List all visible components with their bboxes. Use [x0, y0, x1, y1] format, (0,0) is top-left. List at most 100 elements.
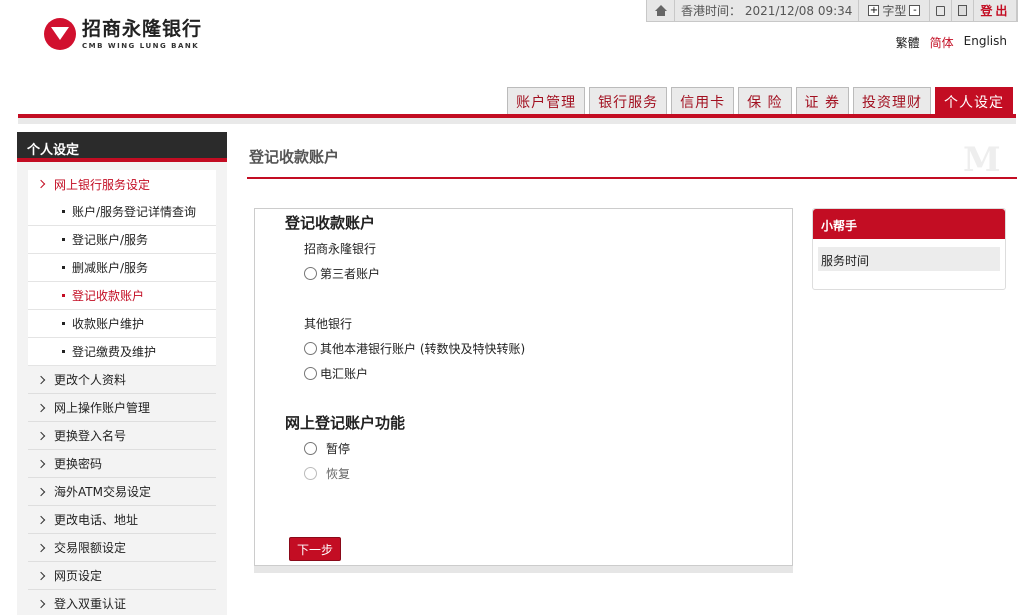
time-value: 2021/12/08 09:34 [744, 3, 853, 18]
radio-label: 暂停 [326, 442, 351, 456]
radio-resume[interactable]: 恢复 [304, 465, 350, 482]
helper-title: 小帮手 [813, 209, 1005, 239]
folder-button[interactable] [930, 0, 953, 21]
tab-investment[interactable]: 投资理财 [853, 87, 931, 115]
home-icon [654, 5, 667, 16]
sidebar-item-operating-accounts[interactable]: 网上操作账户管理 [28, 394, 216, 422]
tab-banking-services[interactable]: 银行服务 [589, 87, 668, 115]
sidebar-subitem-remove-account[interactable]: 删减账户/服务 [28, 254, 216, 282]
chevron-right-icon [36, 431, 46, 440]
radio-third-party[interactable]: 第三者账户 [304, 265, 380, 282]
font-increase-button[interactable]: + [868, 5, 880, 16]
chevron-right-icon [36, 571, 46, 580]
sidebar-item-label: 登入双重认证 [54, 597, 127, 611]
main-nav: 账户管理 银行服务 信用卡 保 险 证 券 投资理财 个人设定 [507, 87, 1013, 115]
logo-mark-icon [44, 18, 76, 50]
radio-label: 电汇账户 [320, 367, 369, 381]
section-title-account-function: 网上登记账户功能 [285, 414, 406, 432]
logo-watermark-icon: M [963, 140, 1001, 180]
sidebar-subitem-register-payee[interactable]: 登记收款账户 [28, 282, 216, 310]
radio-circle-icon [304, 267, 317, 280]
sidebar-item-label: 更改个人资料 [54, 373, 127, 387]
sidebar-subitem-label: 删减账户/服务 [72, 261, 149, 275]
sidebar: 个人设定 网上银行服务设定 账户/服务登记详情查询 登记账户/服务 删减账户/服… [17, 132, 227, 615]
logout-button[interactable]: 登出 [974, 0, 1018, 21]
page: { "logo": {"cn": "招商永隆银行", "en": "CMB WI… [0, 0, 1033, 615]
tab-account-management[interactable]: 账户管理 [507, 87, 586, 115]
chevron-right-icon [36, 599, 46, 608]
font-size-control: + 字型 - [859, 0, 931, 21]
bullet-icon [62, 210, 65, 213]
utility-bar: 香港时间： 2021/12/08 09:34 + 字型 - 登出 [646, 0, 1019, 22]
bullet-icon [62, 322, 65, 325]
sidebar-item-label: 交易限额设定 [54, 541, 127, 555]
tab-credit-card[interactable]: 信用卡 [671, 87, 735, 115]
nav-shadow [18, 118, 1016, 124]
hk-time: 香港时间： 2021/12/08 09:34 [675, 0, 860, 21]
sidebar-item-label: 海外ATM交易设定 [54, 485, 151, 499]
language-switch: 繁體 简体 English [896, 34, 1007, 51]
radio-label: 其他本港银行账户 (转数快及特快转账) [320, 342, 526, 356]
sidebar-item-label: 更换密码 [54, 457, 103, 471]
sidebar-subitem-label: 登记收款账户 [72, 289, 145, 303]
logo-en: CMB WING LUNG BANK [82, 41, 200, 50]
tab-securities[interactable]: 证 券 [795, 87, 849, 115]
tab-insurance[interactable]: 保 险 [738, 87, 792, 115]
sidebar-item-label: 网上银行服务设定 [54, 177, 151, 192]
helper-panel: 小帮手 服务时间 [812, 208, 1006, 290]
sidebar-subitem-bill-payment[interactable]: 登记缴费及维护 [28, 338, 216, 366]
radio-label: 第三者账户 [320, 267, 381, 281]
lang-traditional[interactable]: 繁體 [896, 34, 920, 51]
sidebar-item-label: 网页设定 [54, 569, 103, 583]
sidebar-item-online-banking-settings[interactable]: 网上银行服务设定 [28, 170, 216, 198]
radio-local-bank[interactable]: 其他本港银行账户 (转数快及特快转账) [304, 340, 525, 357]
helper-link-service-hours[interactable]: 服务时间 [818, 247, 1000, 271]
lang-simplified[interactable]: 简体 [930, 34, 954, 51]
sidebar-item-transaction-limit[interactable]: 交易限额设定 [28, 534, 216, 562]
sidebar-item-label: 更换登入名号 [54, 429, 127, 443]
bank-logo[interactable]: 招商永隆银行 CMB WING LUNG BANK [44, 18, 202, 50]
font-decrease-button[interactable]: - [909, 5, 921, 16]
time-label: 香港时间： [681, 4, 742, 18]
radio-wire-transfer[interactable]: 电汇账户 [304, 365, 368, 382]
sidebar-item-two-factor[interactable]: 登入双重认证 [28, 590, 216, 615]
folder-icon [936, 5, 946, 16]
group-label-cmbwl: 招商永隆银行 [304, 242, 377, 256]
sidebar-subitem-label: 登记账户/服务 [72, 233, 149, 247]
bullet-icon [62, 238, 65, 241]
lang-english[interactable]: English [964, 34, 1007, 51]
sidebar-subitem-label: 账户/服务登记详情查询 [72, 205, 197, 219]
title-divider [247, 177, 1017, 179]
sidebar-item-overseas-atm[interactable]: 海外ATM交易设定 [28, 478, 216, 506]
sidebar-item-login-name[interactable]: 更换登入名号 [28, 422, 216, 450]
chevron-right-icon [36, 179, 46, 189]
sidebar-item-label: 更改电话、地址 [54, 513, 139, 527]
bullet-icon [62, 266, 65, 269]
sidebar-subitem-registration-inquiry[interactable]: 账户/服务登记详情查询 [28, 198, 216, 226]
sidebar-item-personal-info[interactable]: 更改个人资料 [28, 366, 216, 394]
sidebar-subitem-register-account[interactable]: 登记账户/服务 [28, 226, 216, 254]
form-panel [254, 208, 793, 566]
home-button[interactable] [647, 0, 675, 21]
printer-icon [958, 5, 968, 16]
sidebar-item-phone-address[interactable]: 更改电话、地址 [28, 506, 216, 534]
radio-circle-icon [304, 342, 317, 355]
next-button[interactable]: 下一步 [289, 537, 342, 561]
sidebar-item-web-settings[interactable]: 网页设定 [28, 562, 216, 590]
sidebar-subitem-payee-maintenance[interactable]: 收款账户维护 [28, 310, 216, 338]
form-title: 登记收款账户 [285, 214, 376, 232]
radio-suspend[interactable]: 暂停 [304, 440, 350, 457]
chevron-right-icon [36, 459, 46, 468]
sidebar-item-password[interactable]: 更换密码 [28, 450, 216, 478]
group-label-other-banks: 其他银行 [304, 317, 353, 331]
chevron-right-icon [36, 487, 46, 496]
chevron-right-icon [36, 375, 46, 384]
sidebar-title: 个人设定 [17, 132, 227, 162]
logo-text: 招商永隆银行 CMB WING LUNG BANK [82, 18, 202, 50]
sidebar-menu: 网上银行服务设定 账户/服务登记详情查询 登记账户/服务 删减账户/服务 登记收… [28, 170, 216, 615]
print-button[interactable] [952, 0, 975, 21]
page-title: 登记收款账户 [249, 148, 340, 166]
font-label: 字型 [882, 4, 907, 18]
tab-personal-settings[interactable]: 个人设定 [935, 87, 1013, 115]
radio-circle-icon [304, 467, 317, 480]
